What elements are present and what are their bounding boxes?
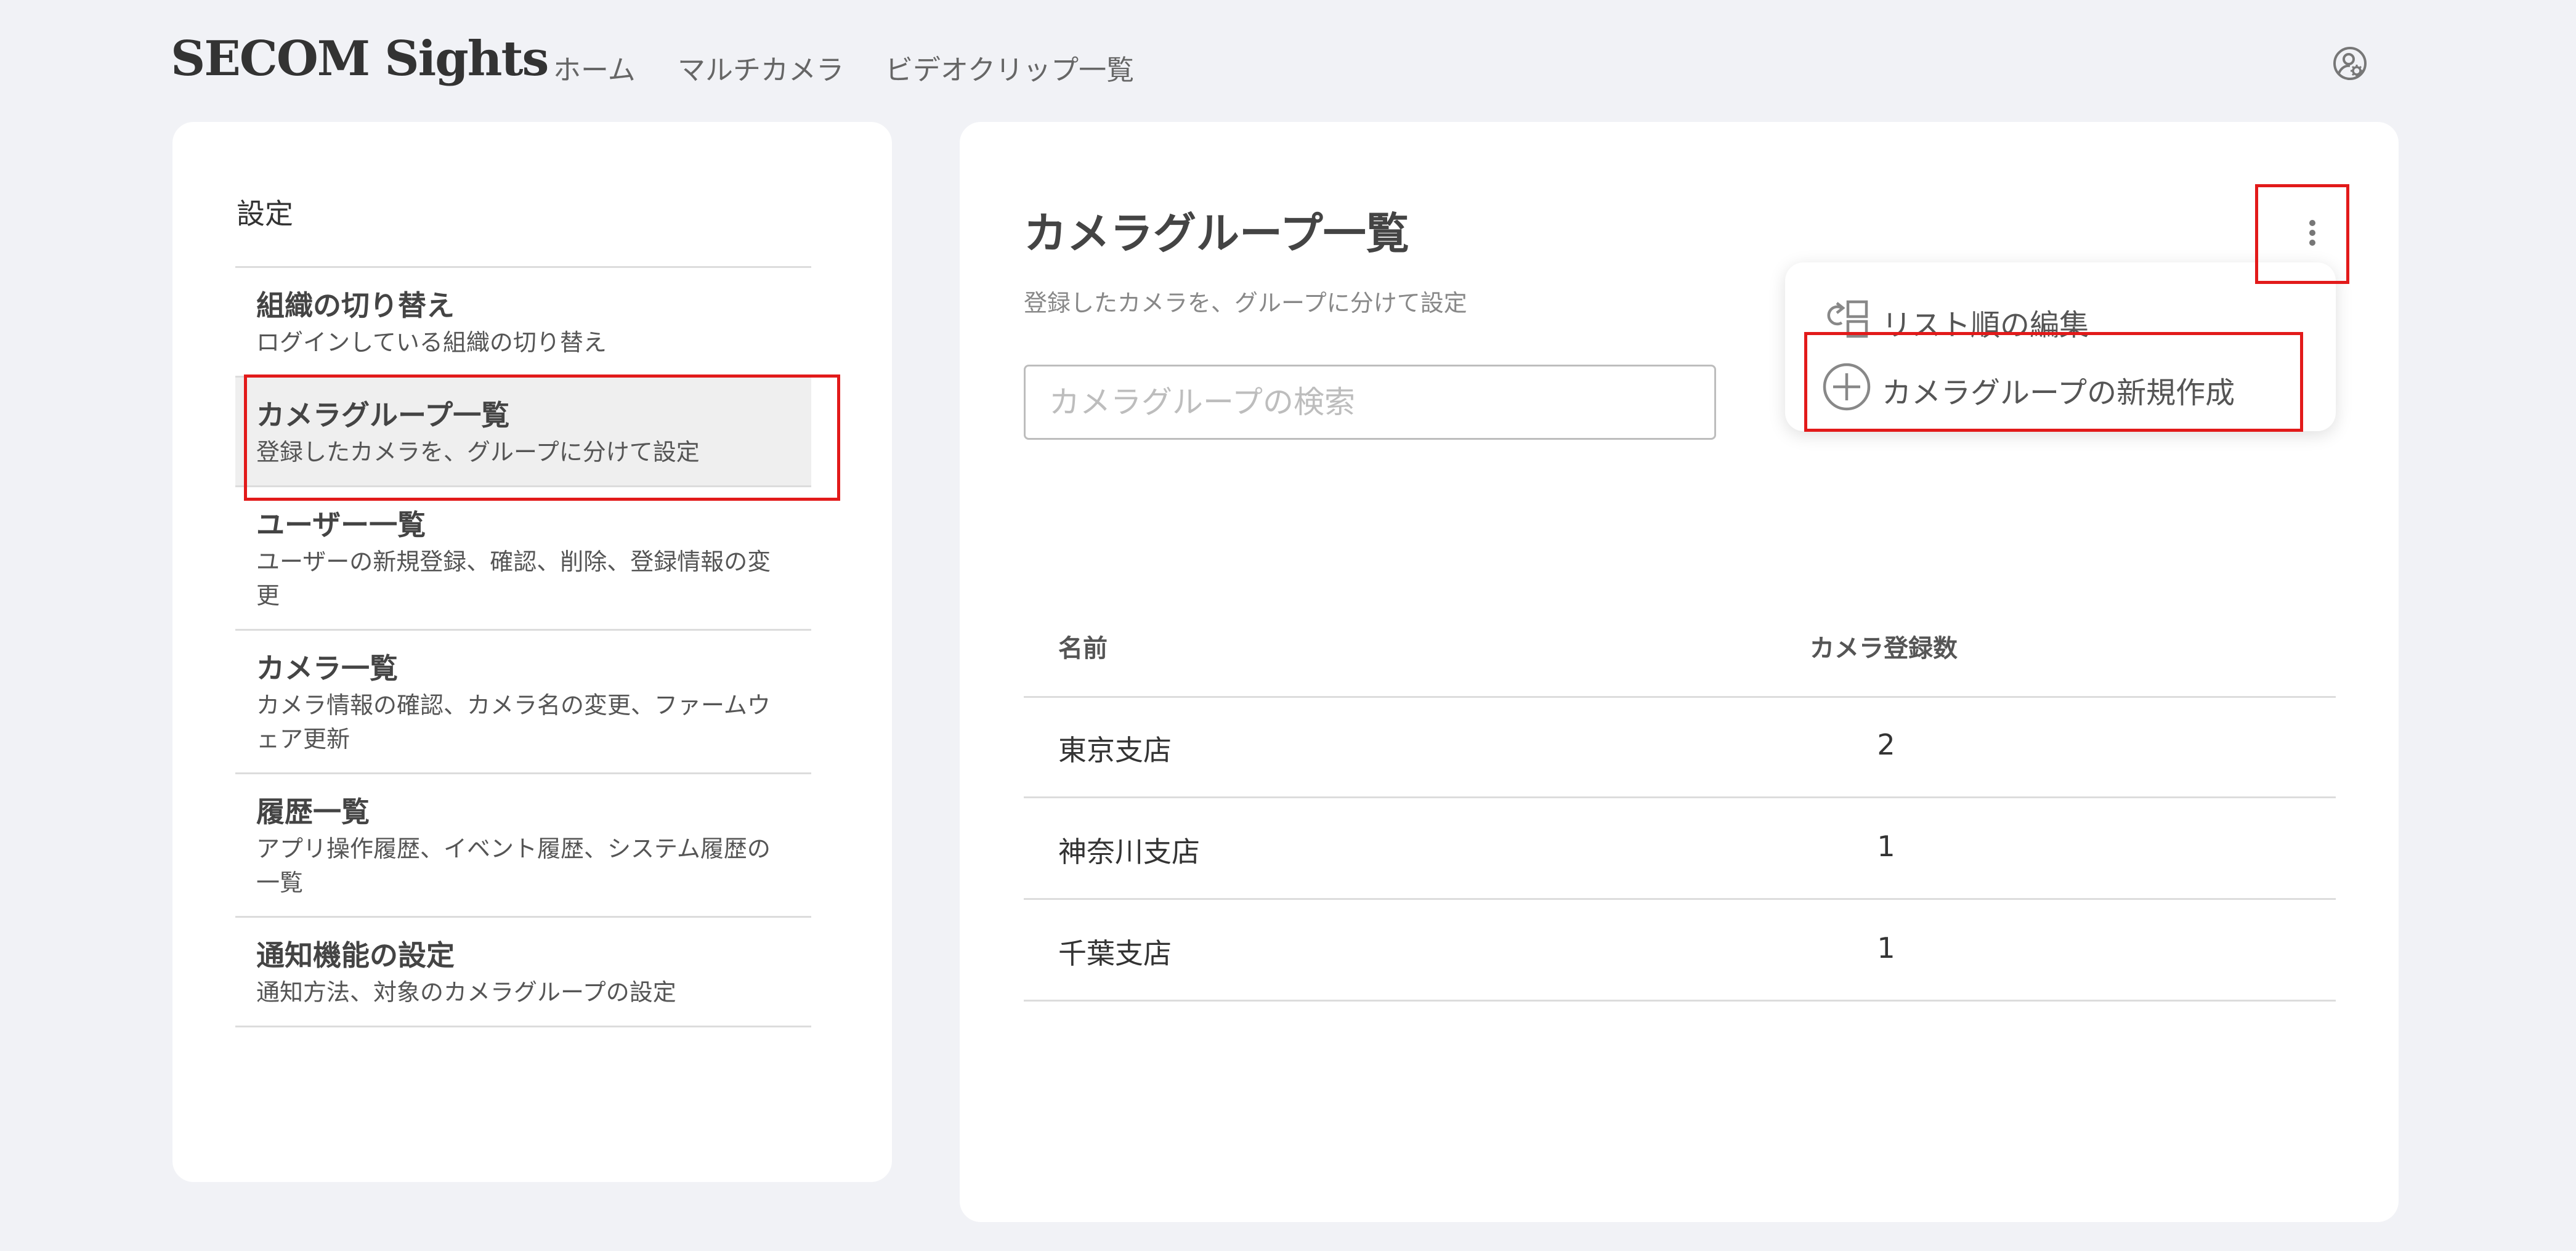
menu-item-desc: ユーザーの新規登録、確認、削除、登録情報の変更 [256,548,771,609]
menu-item-title: ユーザー一覧 [256,508,426,541]
menu-item-desc: 通知方法、対象のカメラグループの設定 [256,979,676,1006]
menu-item-desc: 登録したカメラを、グループに分けて設定 [256,439,700,466]
column-header-name[interactable]: 名前 [1058,628,1108,664]
camera-count: 1 [1877,830,1895,863]
menu-item-title: 組織の切り替え [256,289,455,322]
column-header-camera-count[interactable]: カメラ登録数 [1810,628,1958,664]
group-name: 東京支店 [1058,734,1172,767]
menu-item-title: 通知機能の設定 [256,939,455,972]
menu-item-create-camera-group[interactable]: カメラグループの新規作成 [1813,355,2318,411]
table-row[interactable]: 東京支店 2 [1024,696,2336,798]
menu-item-switch-organization[interactable]: 組織の切り替え ログインしている組織の切り替え [235,268,811,378]
menu-item-desc: ログインしている組織の切り替え [256,329,607,356]
menu-item-label: リスト順の編集 [1882,308,2089,342]
group-name: 千葉支店 [1058,937,1172,970]
user-settings-icon [2333,47,2367,80]
menu-item-desc: カメラ情報の確認、カメラ名の変更、ファームウェア更新 [256,692,771,753]
menu-item-title: 履歴一覧 [256,795,370,828]
menu-item-title: カメラグループ一覧 [256,399,510,432]
menu-item-desc: アプリ操作履歴、イベント履歴、システム履歴の一覧 [256,835,771,896]
settings-panel: 設定 組織の切り替え ログインしている組織の切り替え カメラグループ一覧 登録し… [172,122,892,1182]
group-name: 神奈川支店 [1058,835,1200,868]
account-settings-button[interactable] [2332,46,2368,81]
app-logo[interactable]: SECOM Sights [171,31,549,87]
menu-item-title: カメラ一覧 [256,652,398,685]
menu-item-camera-groups[interactable]: カメラグループ一覧 登録したカメラを、グループに分けて設定 [235,378,811,487]
reorder-icon [1827,300,1868,338]
plus-circle-icon [1823,363,1871,411]
camera-group-panel: カメラグループ一覧 登録したカメラを、グループに分けて設定 名前 カメラ登録数 … [960,122,2399,1222]
camera-count: 2 [1877,728,1895,761]
nav-home[interactable]: ホーム [553,47,636,87]
page-subtitle: 登録したカメラを、グループに分けて設定 [1024,289,1467,317]
more-options-menu: リスト順の編集 カメラグループの新規作成 [1785,262,2336,431]
menu-item-cameras[interactable]: カメラ一覧 カメラ情報の確認、カメラ名の変更、ファームウェア更新 [235,631,811,774]
camera-count: 1 [1877,931,1895,965]
menu-item-history[interactable]: 履歴一覧 アプリ操作履歴、イベント履歴、システム履歴の一覧 [235,774,811,918]
settings-title: 設定 [237,197,293,230]
menu-item-notification-settings[interactable]: 通知機能の設定 通知方法、対象のカメラグループの設定 [235,918,811,1027]
menu-item-edit-list-order[interactable]: リスト順の編集 [1813,287,2318,344]
menu-item-users[interactable]: ユーザー一覧 ユーザーの新規登録、確認、削除、登録情報の変更 [235,487,811,631]
nav-video-clips[interactable]: ビデオクリップ一覧 [885,47,1134,87]
menu-item-label: カメラグループの新規作成 [1882,376,2235,410]
table-row[interactable]: 千葉支店 1 [1024,899,2336,1002]
more-options-button[interactable] [2267,184,2356,281]
settings-menu: 組織の切り替え ログインしている組織の切り替え カメラグループ一覧 登録したカメ… [235,266,811,1027]
table-row[interactable]: 神奈川支店 1 [1024,798,2336,900]
table-header: 名前 カメラ登録数 [1024,591,2336,698]
page-title: カメラグループ一覧 [1024,208,1409,259]
nav-multi-camera[interactable]: マルチカメラ [678,47,844,87]
search-input[interactable] [1024,365,1716,440]
